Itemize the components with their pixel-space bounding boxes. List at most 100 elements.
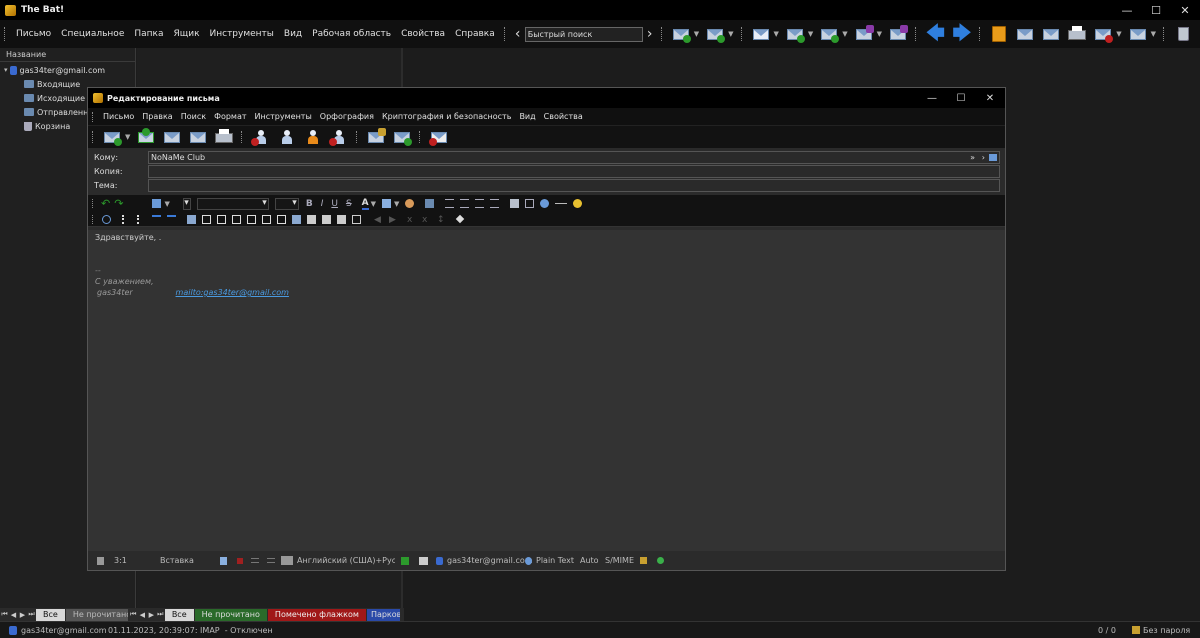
add-recipient-icon[interactable] [277, 128, 297, 146]
row-props-icon[interactable] [322, 214, 331, 224]
spellcheck-icon[interactable] [102, 214, 111, 224]
font-select[interactable] [196, 197, 269, 210]
to-field[interactable]: NoNaMe Club » › [148, 150, 1000, 164]
last-tab-icon[interactable]: ⏭ [156, 610, 165, 619]
smime-label[interactable]: S/MIME [605, 556, 635, 565]
style-select[interactable] [182, 197, 191, 210]
account-node[interactable]: ▾ gas34ter@gmail.com [0, 63, 135, 77]
superscript-disabled-icon[interactable]: x [422, 215, 431, 225]
background-color-icon[interactable] [405, 199, 415, 208]
forward-icon[interactable] [854, 25, 874, 43]
toolbar-grip[interactable] [92, 111, 95, 122]
queue-message-icon[interactable] [136, 128, 156, 146]
new-letter-icon[interactable] [751, 25, 771, 43]
menu-properties[interactable]: Свойства [396, 29, 450, 39]
compose-account[interactable]: gas34ter@gmail.com [447, 556, 533, 565]
compose-maximize-button[interactable]: ☐ [946, 88, 976, 108]
toolbar-grip[interactable] [92, 214, 95, 224]
compose-menu-spelling[interactable]: Орфография [316, 112, 378, 121]
save-draft-icon[interactable] [162, 128, 182, 146]
table-insert-col-icon[interactable] [217, 214, 226, 224]
table-icon[interactable] [187, 214, 196, 224]
envelope-icon[interactable] [1015, 25, 1035, 43]
smiley-icon[interactable] [573, 199, 583, 208]
tab-all-left[interactable]: Все [36, 608, 65, 621]
next-recipient-icon[interactable]: › [982, 152, 985, 163]
border-icon[interactable] [352, 214, 361, 224]
next-tab-icon[interactable]: ▶ [18, 611, 27, 619]
toolbar-grip[interactable] [740, 27, 744, 41]
table-merge-icon[interactable] [262, 214, 271, 224]
toolbar-grip[interactable] [1163, 27, 1166, 41]
subscript-disabled-icon[interactable]: x [407, 215, 416, 225]
font-size-select[interactable] [274, 197, 299, 210]
chevron-down-icon[interactable]: ▼ [877, 30, 882, 38]
compose-menu-edit[interactable]: Правка [138, 112, 176, 121]
numbered-list-icon[interactable] [137, 214, 146, 224]
toolbar-grip[interactable] [660, 27, 664, 41]
tab-parked[interactable]: Парков [366, 608, 400, 621]
toolbar-grip[interactable] [356, 131, 359, 143]
table-props-icon[interactable] [292, 214, 301, 224]
address-book-red-icon[interactable] [251, 128, 271, 146]
menu-special[interactable]: Специальное [56, 29, 129, 39]
toolbar-grip[interactable] [92, 131, 95, 143]
compose-menu-properties[interactable]: Свойства [540, 112, 587, 121]
prev-tab-icon[interactable]: ◀ [138, 611, 147, 619]
insert-link-icon[interactable] [540, 199, 550, 208]
move-message-icon[interactable] [1128, 25, 1148, 43]
discard-icon[interactable] [429, 128, 449, 146]
expand-recipients-icon[interactable]: » [970, 152, 975, 163]
redirect-icon[interactable] [888, 25, 909, 43]
toolbar-grip[interactable] [92, 199, 95, 208]
menu-letter[interactable]: Письмо [11, 29, 56, 39]
tab-unread-left[interactable]: Не прочитано [65, 608, 128, 621]
search-forward-icon[interactable]: › [643, 26, 657, 42]
next-message-icon[interactable]: 🡆 [953, 25, 972, 43]
close-button[interactable]: ✕ [1170, 0, 1200, 20]
chevron-down-icon[interactable]: ▼ [1151, 30, 1156, 38]
menu-folder[interactable]: Папка [129, 29, 168, 39]
envelope-list-icon[interactable] [1041, 25, 1061, 43]
contact-orange-icon[interactable] [303, 128, 323, 146]
redo-icon[interactable]: ↷ [114, 197, 123, 210]
align-left-icon[interactable] [445, 199, 455, 208]
tab-all[interactable]: Все [164, 608, 194, 621]
chevron-down-icon[interactable]: ▼ [774, 30, 779, 38]
quick-search-input[interactable]: Быстрый поиск [524, 26, 643, 42]
tab-flagged[interactable]: Помечено флажком [267, 608, 366, 621]
send-now-icon[interactable] [102, 128, 122, 146]
menu-view[interactable]: Вид [279, 29, 307, 39]
folder-column-header[interactable]: Название [0, 48, 135, 62]
italic-icon[interactable]: I [321, 199, 324, 209]
message-body-editor[interactable]: Здравствуйте, . -- С уважением, gas34ter… [88, 230, 1005, 551]
charset-auto[interactable]: Auto [580, 556, 605, 565]
first-tab-icon[interactable]: ⏮ [0, 610, 9, 619]
paste-icon[interactable] [152, 199, 162, 208]
check-mail-icon[interactable] [671, 25, 691, 43]
send-mail-icon[interactable] [705, 25, 726, 43]
previous-message-icon[interactable]: 🡄 [926, 25, 945, 43]
toolbar-grip[interactable] [4, 27, 7, 41]
col-props-icon[interactable] [337, 214, 346, 224]
table-delete-row-icon[interactable] [232, 214, 241, 224]
arrow-right-disabled-icon[interactable]: ▶ [389, 215, 398, 225]
minimize-button[interactable]: — [1112, 0, 1142, 20]
compose-menu-crypto[interactable]: Криптография и безопасность [378, 112, 516, 121]
chevron-down-icon[interactable]: ▼ [842, 30, 847, 38]
delete-message-icon[interactable] [1093, 25, 1114, 43]
subject-field[interactable] [148, 178, 1000, 192]
arrow-left-disabled-icon[interactable]: ◀ [374, 215, 383, 225]
chevron-down-icon[interactable]: ▼ [694, 30, 699, 38]
chevron-down-icon[interactable]: ▼ [1116, 30, 1121, 38]
cell-props-icon[interactable] [307, 214, 316, 224]
chevron-down-icon[interactable]: ▼ [164, 200, 169, 208]
insert-image-icon[interactable] [510, 199, 520, 208]
trash-icon[interactable] [1173, 25, 1193, 43]
bullet-list-icon[interactable] [122, 214, 131, 224]
signature-email-link[interactable]: mailto:gas34ter@gmail.com [176, 288, 289, 297]
toolbar-grip[interactable] [503, 27, 507, 41]
compose-menu-tools[interactable]: Инструменты [251, 112, 316, 121]
chevron-down-icon[interactable]: ▼ [125, 133, 130, 141]
text-format[interactable]: Plain Text [536, 556, 580, 565]
